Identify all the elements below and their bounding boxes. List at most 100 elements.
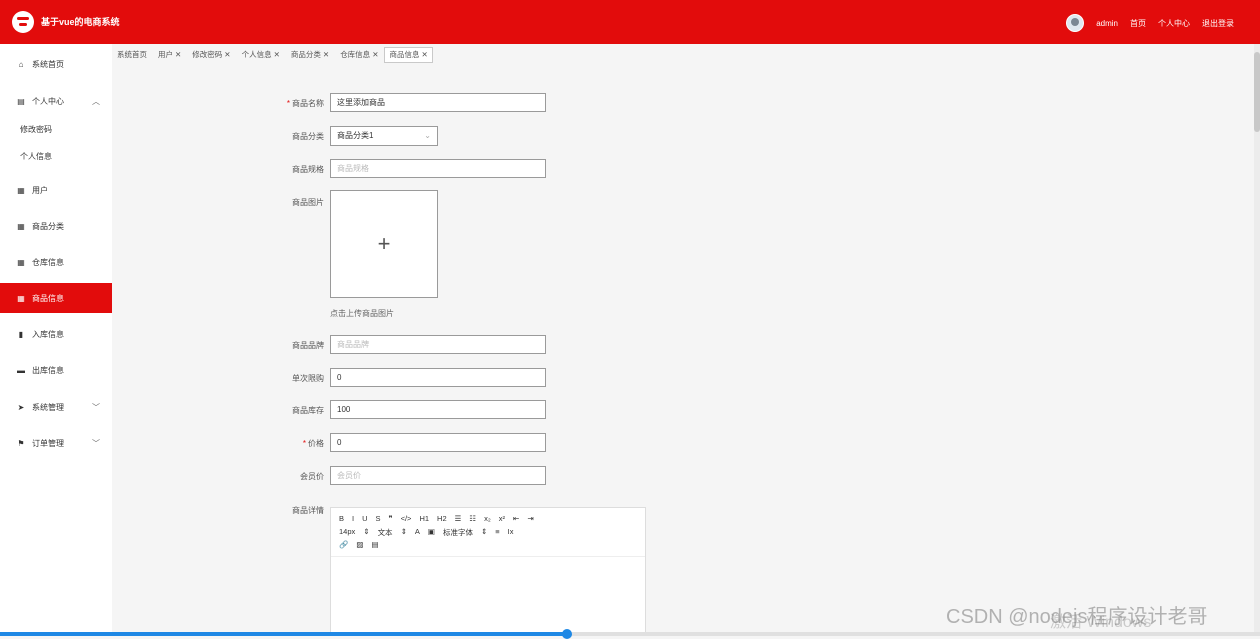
sidebar-item-label: 订单管理 (32, 438, 64, 448)
sidebar-item-users[interactable]: ▦ 用户 (0, 175, 112, 205)
chevron-up-icon: ︿ (92, 96, 100, 106)
limit-input[interactable]: 0 (330, 368, 546, 387)
stock-input[interactable]: 100 (330, 400, 546, 419)
tab-personal-info[interactable]: 个人信息 ✕ (237, 47, 285, 63)
tab-label: 系统首页 (117, 50, 147, 59)
outdent-button[interactable]: ⇤ (513, 514, 519, 523)
sidebar-item-label: 用户 (32, 185, 48, 195)
spec-label: 商品规格 (292, 165, 324, 174)
chevron-updown-icon: ⇕ (480, 527, 488, 536)
ticket-icon: ▬ (17, 365, 25, 375)
image-icon[interactable]: ▨ (356, 540, 363, 549)
spec-input[interactable]: 商品规格 (330, 159, 546, 178)
ordered-list-button[interactable]: ☰ (455, 514, 462, 523)
sidebar-item-label: 系统管理 (32, 402, 64, 412)
superscript-button[interactable]: x² (499, 514, 505, 523)
home-icon: ⌂ (18, 59, 24, 69)
video-icon[interactable]: ▤ (371, 540, 378, 549)
indent-button[interactable]: ⇥ (527, 514, 533, 523)
close-icon[interactable]: ✕ (323, 50, 329, 59)
close-icon[interactable]: ✕ (224, 50, 230, 59)
font-family-select[interactable]: 标准字体 (443, 527, 473, 538)
bullet-list-button[interactable]: ☷ (469, 514, 476, 523)
sidebar-item-label: 商品分类 (32, 221, 64, 231)
nav-home-link[interactable]: 首页 (1130, 18, 1146, 29)
nav-logout-link[interactable]: 退出登录 (1202, 18, 1234, 29)
align-button[interactable]: ≡ (495, 527, 499, 538)
name-label: * 商品名称 (286, 99, 324, 108)
sidebar-item-label: 系统首页 (32, 59, 64, 69)
profile-icon: ▤ (17, 96, 25, 106)
tab-label: 仓库信息 (340, 50, 371, 59)
sidebar-item-profile-center[interactable]: ▤ 个人中心 ︿ (0, 86, 112, 116)
editor-toolbar-row-2: 14px ⇕ 文本 ⇕ A ▣ 标准字体 ⇕ ≡ Ix (339, 527, 514, 538)
rich-text-editor[interactable]: B I U S ❞ </> H1 H2 ☰ ☷ x₂ x² ⇤ ⇥ 14px ⇕… (330, 507, 646, 636)
price-input[interactable]: 0 (330, 433, 546, 452)
category-select[interactable]: 商品分类1 ⌄ (330, 126, 438, 146)
avatar[interactable] (1066, 14, 1085, 32)
price-label: * 价格 (302, 439, 324, 448)
tab-home[interactable]: 系统首页 (112, 47, 152, 63)
tab-warehouse[interactable]: 仓库信息 ✕ (335, 47, 383, 63)
sidebar-item-products[interactable]: ▦ 商品信息 (0, 283, 112, 313)
sidebar-item-stock-in[interactable]: ▮ 入库信息 (0, 319, 112, 349)
underline-button[interactable]: U (362, 514, 367, 523)
progress-handle[interactable] (562, 629, 572, 639)
header-select[interactable]: 文本 (378, 527, 393, 538)
tab-label: 个人信息 (241, 50, 272, 59)
sidebar-item-system[interactable]: ➤ 系统管理 ﹀ (0, 392, 112, 422)
h2-button[interactable]: H2 (437, 514, 447, 523)
submenu-change-password[interactable]: 修改密码 (20, 124, 52, 135)
italic-button[interactable]: I (352, 514, 354, 523)
scrollbar-thumb[interactable] (1254, 52, 1260, 132)
sidebar-item-category[interactable]: ▦ 商品分类 (0, 211, 112, 241)
video-progress-bar[interactable] (0, 629, 1260, 639)
h1-button[interactable]: H1 (419, 514, 429, 523)
close-icon[interactable]: ✕ (274, 50, 280, 59)
close-icon[interactable]: ✕ (175, 50, 181, 59)
brand-input[interactable]: 商品品牌 (330, 335, 546, 354)
tab-change-password[interactable]: 修改密码 ✕ (187, 47, 235, 63)
chevron-updown-icon: ⇕ (363, 527, 370, 536)
tab-users[interactable]: 用户 ✕ (153, 47, 186, 63)
bold-button[interactable]: B (339, 514, 344, 523)
tab-category[interactable]: 商品分类 ✕ (286, 47, 334, 63)
category-value: 商品分类1 (337, 131, 374, 140)
strike-button[interactable]: S (376, 514, 381, 523)
tab-label: 商品信息 (389, 50, 420, 59)
editor-toolbar-row-3: 🔗 ▨ ▤ (339, 540, 379, 549)
sidebar-item-home[interactable]: ⌂ 系统首页 (0, 49, 112, 79)
grid-icon: ▦ (17, 185, 25, 195)
image-upload[interactable]: + (330, 190, 438, 298)
chevron-down-icon: ⌄ (424, 131, 431, 140)
sidebar-item-label: 入库信息 (32, 329, 64, 339)
member-price-input[interactable]: 会员价 (330, 466, 546, 485)
tab-label: 修改密码 (192, 50, 223, 59)
sidebar-item-stock-out[interactable]: ▬ 出库信息 (0, 355, 112, 385)
tab-label: 商品分类 (290, 50, 321, 59)
product-name-input[interactable]: 这里添加商品 (330, 93, 546, 112)
top-bar: 基于vue的电商系统 admin 首页 个人中心 退出登录 (0, 0, 1260, 44)
nav-profile-link[interactable]: 个人中心 (1158, 18, 1190, 29)
font-color-button[interactable]: A (415, 527, 420, 538)
detail-label: 商品详情 (292, 506, 324, 515)
background-color-button[interactable]: ▣ (428, 527, 435, 538)
clipboard-icon: ▮ (18, 329, 24, 339)
sidebar-item-warehouse[interactable]: ▦ 仓库信息 (0, 247, 112, 277)
watermark: CSDN @nodejs程序设计老哥 (946, 606, 1208, 628)
sidebar-item-label: 个人中心 (32, 96, 64, 106)
sidebar-item-label: 出库信息 (32, 365, 64, 375)
quote-button[interactable]: ❞ (389, 514, 393, 523)
code-button[interactable]: </> (401, 514, 412, 523)
subscript-button[interactable]: x₂ (484, 514, 491, 523)
close-icon[interactable]: ✕ (372, 50, 378, 59)
tab-products[interactable]: 商品信息 ✕ (384, 47, 433, 63)
font-size-select[interactable]: 14px (339, 527, 355, 538)
page-scrollbar[interactable] (1254, 44, 1260, 632)
close-icon[interactable]: ✕ (421, 50, 427, 59)
link-icon[interactable]: 🔗 (339, 540, 348, 549)
submenu-personal-info[interactable]: 个人信息 (20, 151, 52, 162)
sidebar-item-label: 商品信息 (32, 293, 64, 303)
sidebar-item-orders[interactable]: ⚑ 订单管理 ﹀ (0, 428, 112, 458)
clear-format-button[interactable]: Ix (508, 527, 514, 538)
